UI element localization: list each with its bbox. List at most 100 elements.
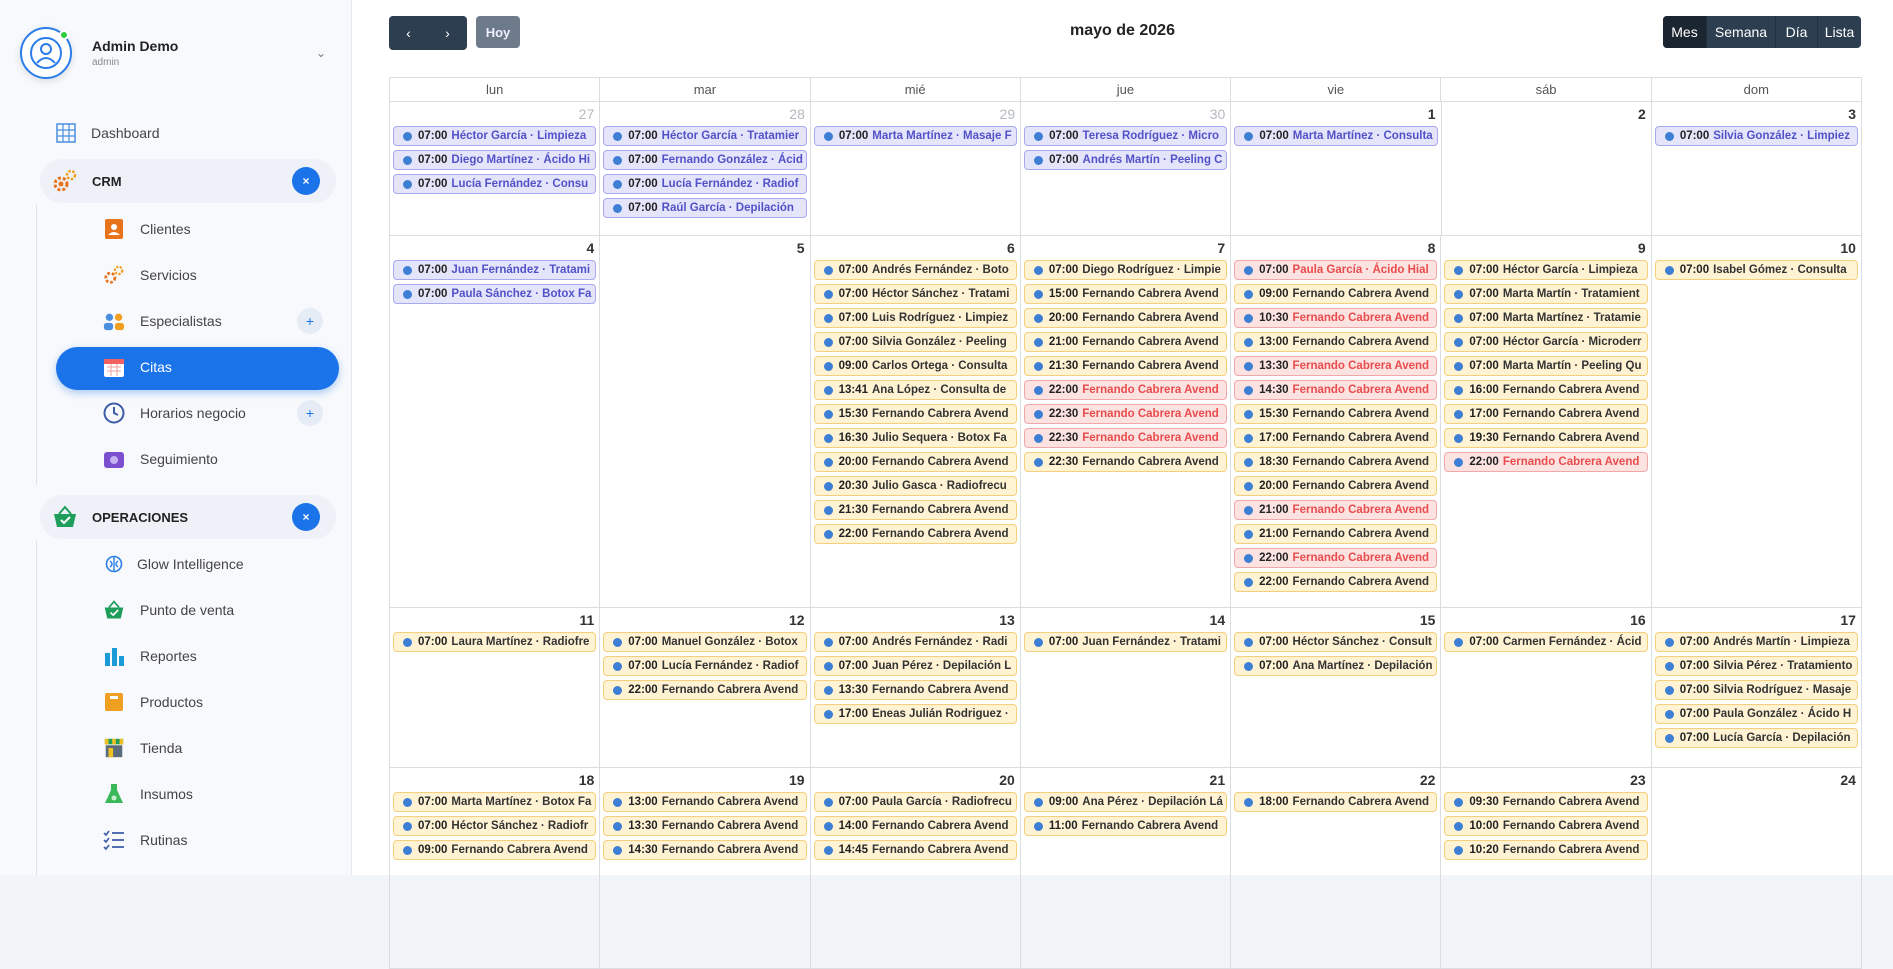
appointment-event[interactable]: 17:00 Fernando Cabrera Avend [1234, 428, 1438, 448]
appointment-event[interactable]: 17:00 Fernando Cabrera Avend [1444, 404, 1648, 424]
appointment-event[interactable]: 16:00 Fernando Cabrera Avend [1444, 380, 1648, 400]
appointment-event[interactable]: 17:00 Eneas Julián Rodriguez · [813, 704, 1017, 724]
sidebar-item-tienda[interactable]: Tienda [103, 732, 323, 764]
day-cell[interactable]: 5 [600, 236, 811, 607]
appointment-event[interactable]: 22:00 Fernando Cabrera Avend [1023, 380, 1228, 400]
sidebar-item-productos[interactable]: Productos [103, 686, 323, 718]
appointment-event[interactable]: 07:00 Diego Martínez · Ácido Hi [393, 150, 597, 170]
day-cell[interactable]: 11 07:00 Laura Martínez · Radiofre [390, 608, 601, 767]
appointment-event[interactable]: 18:30 Fernando Cabrera Avend [1234, 452, 1438, 472]
appointment-event[interactable]: 22:30 Fernando Cabrera Avend [1023, 404, 1228, 424]
view-week-button[interactable]: Semana [1707, 16, 1776, 48]
appointment-event[interactable]: 07:00 Héctor García · Limpieza [1444, 260, 1648, 280]
appointment-event[interactable]: 22:00 Fernando Cabrera Avend [1444, 452, 1648, 472]
appointment-event[interactable]: 07:00 Juan Fernández · Tratami [393, 260, 597, 280]
appointment-event[interactable]: 13:30 Fernando Cabrera Avend [1234, 356, 1438, 376]
sidebar-item-citas[interactable]: Citas [103, 351, 323, 383]
section-crm[interactable]: CRM × [40, 159, 336, 203]
appointment-event[interactable]: 15:00 Fernando Cabrera Avend [1023, 284, 1228, 304]
appointment-event[interactable]: 10:30 Fernando Cabrera Avend [1234, 308, 1438, 328]
user-card[interactable]: Admin Demo admin ⌄ [20, 22, 332, 84]
appointment-event[interactable]: 07:00 Paula García · Ácido Hial [1234, 260, 1438, 280]
day-cell[interactable]: 27 07:00 Héctor García · Limpieza 07:00 Dieg… [390, 102, 601, 235]
appointment-event[interactable]: 18:00 Fernando Cabrera Avend [1234, 792, 1438, 812]
day-number[interactable]: 28 [789, 106, 805, 122]
sidebar-item-insumos[interactable]: Insumos [103, 778, 323, 810]
day-number[interactable]: 30 [1210, 106, 1226, 122]
appointment-event[interactable]: 20:30 Julio Gasca · Radiofrecu [813, 476, 1017, 496]
appointment-event[interactable]: 15:30 Fernando Cabrera Avend [813, 404, 1017, 424]
appointment-event[interactable]: 20:00 Fernando Cabrera Avend [1023, 308, 1228, 328]
day-cell[interactable]: 2 [1442, 102, 1652, 235]
day-cell[interactable]: 8 07:00 Paula García · Ácido Hial 09:00 Fern… [1231, 236, 1442, 607]
day-number[interactable]: 19 [789, 772, 805, 788]
day-cell[interactable]: 3 07:00 Silvia González · Limpiez [1652, 102, 1861, 235]
appointment-event[interactable]: 22:00 Fernando Cabrera Avend [1234, 548, 1438, 568]
appointment-event[interactable]: 22:00 Fernando Cabrera Avend [813, 524, 1017, 544]
appointment-event[interactable]: 07:00 Marta Martínez · Botox Fa [393, 792, 597, 812]
appointment-event[interactable]: 07:00 Diego Rodríguez · Limpie [1023, 260, 1228, 280]
appointment-event[interactable]: 13:30 Fernando Cabrera Avend [813, 680, 1017, 700]
appointment-event[interactable]: 07:00 Marta Martín · Tratamient [1444, 284, 1648, 304]
add-horario-button[interactable]: + [297, 400, 323, 426]
appointment-event[interactable]: 21:00 Fernando Cabrera Avend [1234, 524, 1438, 544]
collapse-crm-button[interactable]: × [292, 167, 320, 195]
day-number[interactable]: 12 [789, 612, 805, 628]
sidebar-item-glow-intelligence[interactable]: Glow Intelligence [103, 548, 323, 580]
day-cell[interactable]: 13 07:00 Andrés Fernández · Radi 07:00 Juan … [811, 608, 1021, 767]
appointment-event[interactable]: 14:30 Fernando Cabrera Avend [1234, 380, 1438, 400]
appointment-event[interactable]: 07:00 Silvia Rodríguez · Masaje [1654, 680, 1858, 700]
day-number[interactable]: 29 [1000, 106, 1016, 122]
appointment-event[interactable]: 21:00 Fernando Cabrera Avend [1234, 500, 1438, 520]
day-number[interactable]: 4 [586, 240, 594, 256]
appointment-event[interactable]: 07:00 Paula González · Ácido H [1654, 704, 1858, 724]
day-cell[interactable]: 19 13:00 Fernando Cabrera Avend 13:30 Fernan… [600, 768, 811, 968]
day-cell[interactable]: 4 07:00 Juan Fernández · Tratami 07:00 Paula… [390, 236, 601, 607]
chevron-down-icon[interactable]: ⌄ [316, 46, 326, 60]
day-number[interactable]: 23 [1630, 772, 1646, 788]
day-cell[interactable]: 30 07:00 Teresa Rodríguez · Micro 07:00 Andr… [1021, 102, 1232, 235]
appointment-event[interactable]: 22:00 Fernando Cabrera Avend [1234, 572, 1438, 592]
appointment-event[interactable]: 22:30 Fernando Cabrera Avend [1023, 428, 1228, 448]
appointment-event[interactable]: 21:00 Fernando Cabrera Avend [1023, 332, 1228, 352]
day-number[interactable]: 10 [1840, 240, 1856, 256]
appointment-event[interactable]: 07:00 Lucía Fernández · Radiof [603, 656, 807, 676]
day-cell[interactable]: 22 18:00 Fernando Cabrera Avend [1231, 768, 1442, 968]
view-day-button[interactable]: Día [1776, 16, 1818, 48]
appointment-event[interactable]: 07:00 Lucía Fernández · Consu [393, 174, 597, 194]
day-cell[interactable]: 16 07:00 Carmen Fernández · Ácid [1441, 608, 1652, 767]
day-number[interactable]: 14 [1210, 612, 1226, 628]
appointment-event[interactable]: 07:00 Fernando González · Ácid [603, 150, 807, 170]
appointment-event[interactable]: 07:00 Silvia González · Limpiez [1654, 126, 1859, 146]
appointment-event[interactable]: 19:30 Fernando Cabrera Avend [1444, 428, 1648, 448]
appointment-event[interactable]: 07:00 Lucía Fernández · Radiof [603, 174, 807, 194]
appointment-event[interactable]: 07:00 Paula Sánchez · Botox Fa [393, 284, 597, 304]
appointment-event[interactable]: 07:00 Carmen Fernández · Ácid [1444, 632, 1648, 652]
sidebar-item-seguimiento[interactable]: Seguimiento [103, 443, 323, 475]
collapse-operaciones-button[interactable]: × [292, 503, 320, 531]
day-number[interactable]: 16 [1630, 612, 1646, 628]
appointment-event[interactable]: 07:00 Andrés Fernández · Boto [813, 260, 1017, 280]
sidebar-item-servicios[interactable]: Servicios [103, 259, 323, 291]
appointment-event[interactable]: 07:00 Manuel González · Botox [603, 632, 807, 652]
sidebar-item-especialistas[interactable]: Especialistas + [103, 305, 323, 337]
appointment-event[interactable]: 07:00 Héctor García · Limpieza [393, 126, 597, 146]
day-number[interactable]: 20 [999, 772, 1015, 788]
day-number[interactable]: 1 [1428, 106, 1436, 122]
appointment-event[interactable]: 13:00 Fernando Cabrera Avend [1234, 332, 1438, 352]
appointment-event[interactable]: 07:00 Héctor García · Tratamier [603, 126, 807, 146]
appointment-event[interactable]: 07:00 Raúl García · Depilación [603, 198, 807, 218]
day-number[interactable]: 11 [579, 612, 594, 628]
appointment-event[interactable]: 07:00 Silvia González · Peeling [813, 332, 1017, 352]
appointment-event[interactable]: 09:00 Fernando Cabrera Avend [393, 840, 597, 860]
appointment-event[interactable]: 07:00 Juan Fernández · Tratami [1023, 632, 1228, 652]
appointment-event[interactable]: 07:00 Héctor Sánchez · Consult [1234, 632, 1438, 652]
appointment-event[interactable]: 07:00 Luis Rodríguez · Limpiez [813, 308, 1017, 328]
nav-dashboard[interactable]: Dashboard [55, 117, 160, 149]
day-cell[interactable]: 10 07:00 Isabel Gómez · Consulta [1652, 236, 1861, 607]
day-cell[interactable]: 29 07:00 Marta Martínez · Masaje F [811, 102, 1022, 235]
day-number[interactable]: 18 [579, 772, 595, 788]
day-number[interactable]: 22 [1420, 772, 1436, 788]
appointment-event[interactable]: 07:00 Juan Pérez · Depilación L [813, 656, 1017, 676]
appointment-event[interactable]: 13:41 Ana López · Consulta de [813, 380, 1017, 400]
